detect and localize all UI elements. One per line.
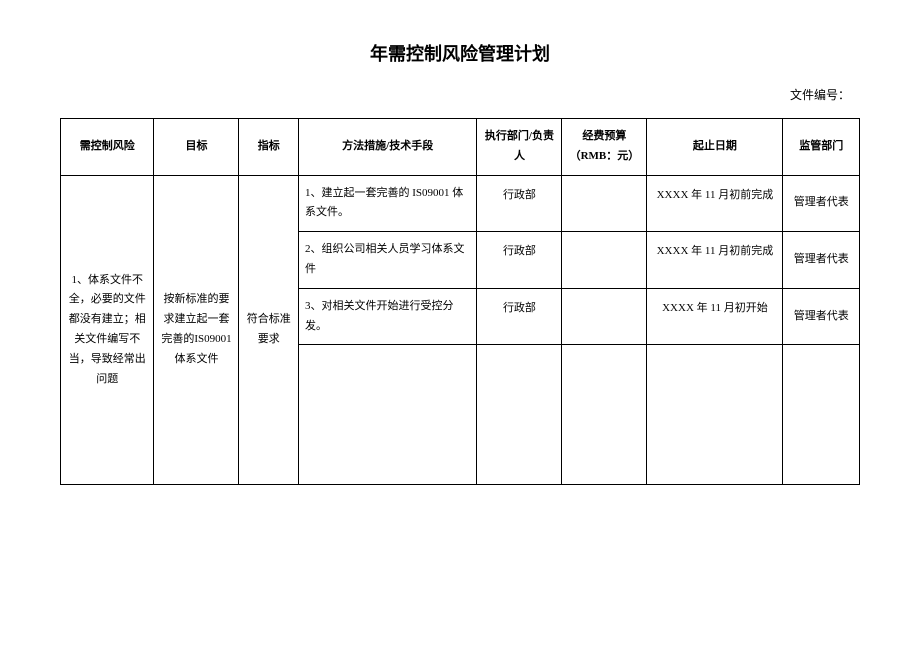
cell-method: 1、建立起一套完善的 IS09001 体系文件。	[298, 175, 477, 232]
cell-date: XXXX 年 11 月初前完成	[647, 175, 783, 232]
header-target: 目标	[154, 119, 239, 176]
header-budget-label: 经费预算	[566, 127, 642, 147]
cell-supervisor: 管理者代表	[783, 288, 860, 345]
cell-target: 按新标准的要求建立起一套完善的IS09001 体系文件	[154, 175, 239, 485]
cell-date-blank	[647, 345, 783, 485]
header-date: 起止日期	[647, 119, 783, 176]
cell-budget	[562, 288, 647, 345]
table-header-row: 需控制风险 目标 指标 方法措施/技术手段 执行部门/负责人 经费预算 （RMB…	[61, 119, 860, 176]
header-method: 方法措施/技术手段	[298, 119, 477, 176]
cell-budget	[562, 232, 647, 289]
header-budget: 经费预算 （RMB：元）	[562, 119, 647, 176]
cell-dept: 行政部	[477, 175, 562, 232]
cell-index: 符合标准要求	[239, 175, 298, 485]
header-index: 指标	[239, 119, 298, 176]
header-risk: 需控制风险	[61, 119, 154, 176]
header-dept: 执行部门/负责人	[477, 119, 562, 176]
cell-date: XXXX 年 11 月初开始	[647, 288, 783, 345]
cell-method: 3、对相关文件开始进行受控分发。	[298, 288, 477, 345]
cell-budget-blank	[562, 345, 647, 485]
cell-supervisor: 管理者代表	[783, 175, 860, 232]
header-budget-unit: （RMB：元）	[566, 147, 642, 167]
table-row: 1、体系文件不全，必要的文件都没有建立；相关文件编写不当，导致经常出问题 按新标…	[61, 175, 860, 232]
cell-supervisor-blank	[783, 345, 860, 485]
cell-date: XXXX 年 11 月初前完成	[647, 232, 783, 289]
cell-method-blank	[298, 345, 477, 485]
header-supervisor: 监管部门	[783, 119, 860, 176]
cell-dept: 行政部	[477, 288, 562, 345]
cell-dept-blank	[477, 345, 562, 485]
cell-budget	[562, 175, 647, 232]
cell-dept: 行政部	[477, 232, 562, 289]
page-title: 年需控制风险管理计划	[60, 40, 860, 66]
document-number-label: 文件编号：	[60, 86, 860, 103]
cell-risk: 1、体系文件不全，必要的文件都没有建立；相关文件编写不当，导致经常出问题	[61, 175, 154, 485]
risk-management-table: 需控制风险 目标 指标 方法措施/技术手段 执行部门/负责人 经费预算 （RMB…	[60, 118, 860, 485]
cell-supervisor: 管理者代表	[783, 232, 860, 289]
cell-method: 2、组织公司相关人员学习体系文件	[298, 232, 477, 289]
